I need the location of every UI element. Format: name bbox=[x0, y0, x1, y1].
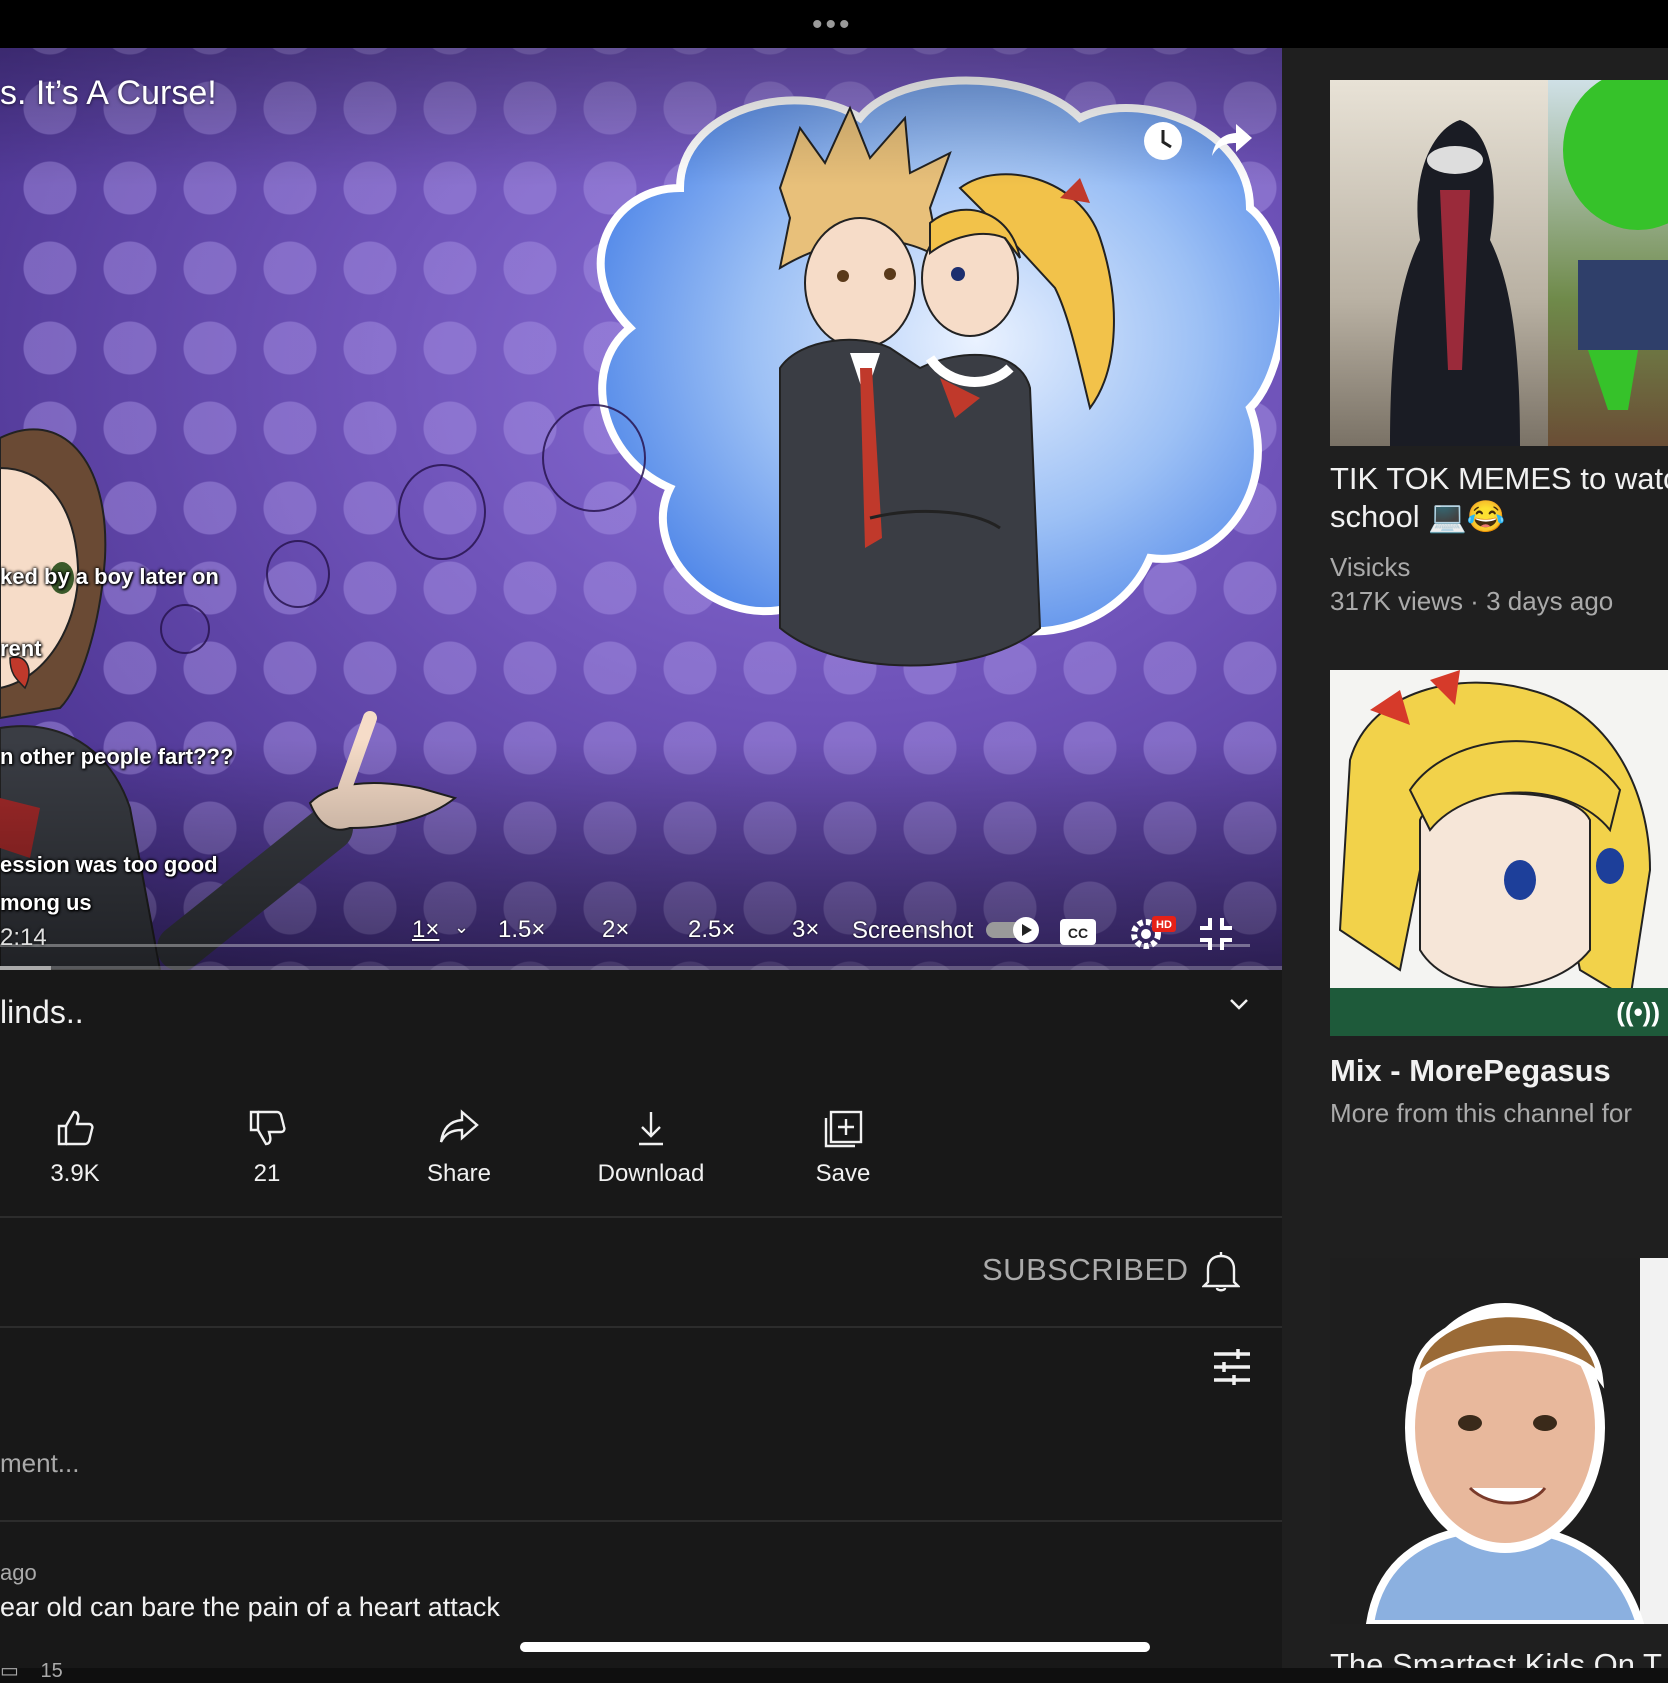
like-count: 3.9K bbox=[50, 1160, 100, 1187]
sidebar-video-stats: 317K views · 3 days ago bbox=[1330, 586, 1614, 616]
frog-costume-illustration bbox=[1563, 80, 1668, 410]
video-player[interactable]: s. It’s A Curse! ked by a boy later on r… bbox=[0, 48, 1282, 970]
comment-text: ear old can bare the pain of a heart att… bbox=[0, 1592, 500, 1622]
subscribed-button[interactable]: SUBSCRIBED bbox=[982, 1252, 1189, 1288]
share-label: Share bbox=[426, 1160, 492, 1187]
video-title-overlay: s. It’s A Curse! bbox=[0, 74, 217, 112]
sidebar-channel-name: Visicks bbox=[1330, 552, 1411, 582]
sidebar-title-line: school 💻😂 bbox=[1330, 499, 1506, 534]
video-title[interactable]: linds.. bbox=[0, 994, 84, 1031]
toggle-play-icon bbox=[986, 916, 1040, 951]
like-button[interactable]: 3.9K bbox=[0, 1108, 150, 1188]
watch-later-clock-icon[interactable] bbox=[1142, 120, 1184, 167]
speed-option[interactable]: 2.5× bbox=[688, 916, 735, 944]
sidebar-video-subtitle: More from this channel for bbox=[1330, 1098, 1633, 1128]
related-videos-sidebar: TIK TOK MEMES to watc school 💻😂 Visicks … bbox=[1282, 48, 1668, 1668]
sidebar-title-line: TIK TOK MEMES to watc bbox=[1330, 461, 1668, 496]
divider bbox=[0, 1216, 1282, 1218]
speed-option[interactable]: 3× bbox=[792, 916, 819, 944]
caption-line: ked by a boy later on bbox=[0, 564, 219, 589]
player-overlay bbox=[0, 48, 1282, 970]
share-arrow-icon[interactable] bbox=[1210, 120, 1254, 165]
speed-option[interactable]: 2× bbox=[602, 916, 629, 944]
download-button[interactable]: Download bbox=[576, 1108, 726, 1188]
save-icon bbox=[824, 1110, 863, 1148]
cc-button[interactable]: CC bbox=[1058, 916, 1098, 953]
video-details: linds.. 3.9K 21 Share Download Save SUBS… bbox=[0, 970, 1282, 1682]
exit-fullscreen-icon[interactable] bbox=[1198, 916, 1234, 957]
comment-reply-icon[interactable]: ▭ bbox=[0, 1660, 19, 1682]
caption-line: ession was too good bbox=[0, 852, 218, 877]
caption-line: n other people fart??? bbox=[0, 744, 234, 769]
hd-badge: HD bbox=[1156, 919, 1172, 931]
add-comment-input[interactable]: ment... bbox=[0, 1448, 79, 1479]
thumbs-up-icon bbox=[57, 1110, 94, 1146]
anime-girl-illustration bbox=[1330, 670, 1668, 1036]
screenshot-toggle[interactable]: Screenshot bbox=[852, 916, 1040, 951]
download-label: Download bbox=[597, 1160, 705, 1187]
screenshot-label: Screenshot bbox=[852, 917, 974, 944]
caption-line: rent bbox=[0, 636, 42, 661]
filter-icon[interactable] bbox=[1212, 1348, 1252, 1391]
timecode: 2:14 bbox=[0, 924, 47, 951]
comment-meta: ago bbox=[0, 1560, 37, 1585]
divider bbox=[0, 1520, 1282, 1522]
mix-thumbnail[interactable]: ((•)) bbox=[1330, 670, 1668, 1036]
comment-actions[interactable]: ▭ 15 bbox=[0, 1658, 63, 1683]
status-bar: ••• bbox=[0, 0, 1668, 48]
speed-current[interactable]: 1× ⌄ bbox=[412, 916, 469, 944]
boy-portrait-illustration bbox=[1330, 1258, 1668, 1624]
divider bbox=[0, 1326, 1282, 1328]
save-label: Save bbox=[815, 1160, 871, 1187]
caption-line: mong us bbox=[0, 890, 92, 915]
dislike-count: 21 bbox=[253, 1160, 281, 1187]
save-button[interactable]: Save bbox=[768, 1108, 918, 1188]
chevron-down-icon[interactable] bbox=[1228, 996, 1250, 1017]
dislike-button[interactable]: 21 bbox=[192, 1108, 342, 1188]
speed-option[interactable]: 1.5× bbox=[498, 916, 545, 944]
home-indicator[interactable] bbox=[520, 1642, 1150, 1652]
cc-label: CC bbox=[1068, 925, 1088, 941]
bell-icon[interactable] bbox=[1201, 1250, 1241, 1297]
sidebar-video-title[interactable]: Mix - MorePegasus bbox=[1330, 1052, 1668, 1090]
video-thumbnail[interactable] bbox=[1330, 1258, 1668, 1624]
live-icon: ((•)) bbox=[1616, 997, 1660, 1027]
video-thumbnail[interactable] bbox=[1330, 80, 1668, 446]
sidebar-video-title[interactable]: The Smartest Kids On T bbox=[1330, 1646, 1668, 1668]
share-button[interactable]: Share bbox=[384, 1108, 534, 1188]
settings-icon[interactable]: HD bbox=[1128, 914, 1176, 957]
sidebar-video-title[interactable]: TIK TOK MEMES to watc school 💻😂 bbox=[1330, 460, 1668, 536]
costume-figure-illustration bbox=[1390, 120, 1520, 446]
comment-like-count: 15 bbox=[40, 1660, 63, 1682]
speed-current-label: 1× bbox=[412, 916, 440, 943]
thumbs-down-icon bbox=[249, 1110, 286, 1146]
download-icon bbox=[639, 1112, 663, 1146]
chevron-down-icon: ⌄ bbox=[454, 917, 470, 937]
multitask-dots-icon[interactable]: ••• bbox=[812, 10, 853, 40]
share-icon bbox=[439, 1109, 479, 1143]
